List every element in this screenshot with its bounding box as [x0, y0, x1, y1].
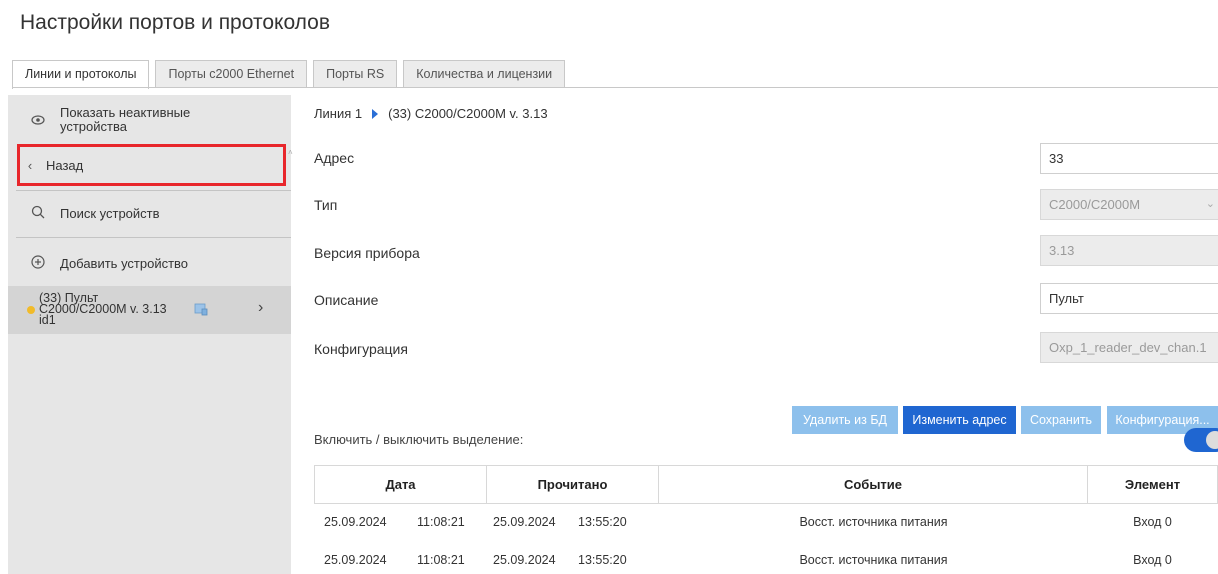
highlight-frame [17, 144, 286, 186]
table-row[interactable]: 25.09.2024 11:08:21 25.09.2024 13:55:20 … [314, 543, 1218, 574]
add-device-button[interactable]: Добавить устройство [8, 245, 291, 281]
element-cell: Вход 0 [1133, 553, 1172, 567]
element-cell: Вход 0 [1133, 515, 1172, 529]
event-cell: Восст. источника питания [799, 515, 948, 529]
show-inactive-devices-label: Показать неактивные устройства [60, 105, 191, 134]
time-cell: 11:08:21 [417, 515, 465, 529]
read-time-cell: 13:55:20 [578, 553, 627, 567]
column-header-element[interactable]: Элемент [1088, 466, 1217, 503]
eye-icon [28, 113, 48, 128]
add-device-label: Добавить устройство [60, 255, 189, 271]
column-header-read[interactable]: Прочитано [487, 466, 659, 503]
time-cell: 11:08:21 [417, 553, 465, 567]
device-name: (33) Пульт С2000/С2000М v. 3.13 id1 [39, 291, 167, 327]
address-label: Адрес [314, 150, 355, 166]
tab-c2000-ethernet-ports[interactable]: Порты с2000 Ethernet [155, 60, 308, 87]
show-inactive-devices-button[interactable]: Показать неактивные устройства [8, 101, 291, 139]
status-dot [27, 306, 35, 314]
breadcrumb-line[interactable]: Линия 1 [314, 106, 362, 121]
search-icon [28, 205, 48, 222]
tabs-divider [12, 87, 1218, 88]
address-field[interactable]: 33 [1040, 143, 1218, 174]
page-title: Настройки портов и протоколов [20, 11, 330, 34]
breadcrumb-device: (33) С2000/С2000М v. 3.13 [388, 106, 548, 121]
sidebar: Показать неактивные устройства ‹ Назад П… [8, 95, 291, 574]
database-icon [194, 302, 208, 316]
date-cell: 25.09.2024 [324, 553, 387, 567]
scrollbar-arrow[interactable]: ˄ [288, 148, 293, 157]
read-time-cell: 13:55:20 [578, 515, 627, 529]
delete-from-db-button[interactable]: Удалить из БД [792, 406, 898, 434]
version-label: Версия прибора [314, 245, 420, 261]
toggle-knob [1206, 431, 1218, 449]
description-label: Описание [314, 292, 379, 308]
change-address-button[interactable]: Изменить адрес [903, 406, 1016, 434]
tab-quantities-licenses[interactable]: Количества и лицензии [403, 60, 566, 87]
search-devices-button[interactable]: Поиск устройств [8, 195, 291, 231]
configuration-field: Oxp_1_reader_dev_chan.1 [1040, 332, 1218, 363]
type-label: Тип [314, 197, 338, 213]
version-field: 3.13 [1040, 235, 1218, 266]
table-row[interactable]: 25.09.2024 11:08:21 25.09.2024 13:55:20 … [314, 505, 1218, 541]
date-cell: 25.09.2024 [324, 515, 387, 529]
read-date-cell: 25.09.2024 [493, 515, 556, 529]
column-header-event[interactable]: Событие [659, 466, 1088, 503]
type-select: С2000/С2000М ⌄ [1040, 189, 1218, 220]
tab-rs-ports[interactable]: Порты RS [313, 60, 398, 87]
search-devices-label: Поиск устройств [60, 205, 160, 221]
configuration-label: Конфигурация [314, 341, 408, 357]
description-field[interactable]: Пульт [1040, 283, 1218, 314]
sidebar-divider [16, 190, 291, 191]
read-date-cell: 25.09.2024 [493, 553, 556, 567]
caret-right-icon [372, 108, 379, 119]
chevron-down-icon: ⌄ [1205, 198, 1215, 210]
column-header-date[interactable]: Дата [315, 466, 487, 503]
breadcrumb: Линия 1 (33) С2000/С2000М v. 3.13 [314, 106, 548, 121]
sidebar-divider [16, 237, 291, 238]
device-list-item[interactable]: (33) Пульт С2000/С2000М v. 3.13 id1 › [8, 286, 291, 334]
chevron-right-icon: › [258, 299, 264, 316]
highlight-toggle[interactable] [1184, 428, 1218, 452]
save-button[interactable]: Сохранить [1021, 406, 1101, 434]
tab-bar: Линии и протоколы Порты с2000 Ethernet П… [12, 60, 571, 89]
plus-circle-icon [28, 254, 48, 272]
table-header: Дата Прочитано Событие Элемент [314, 465, 1218, 504]
highlight-toggle-label: Включить / выключить выделение: [314, 432, 524, 447]
event-cell: Восст. источника питания [799, 553, 948, 567]
tab-lines-protocols[interactable]: Линии и протоколы [12, 60, 150, 89]
